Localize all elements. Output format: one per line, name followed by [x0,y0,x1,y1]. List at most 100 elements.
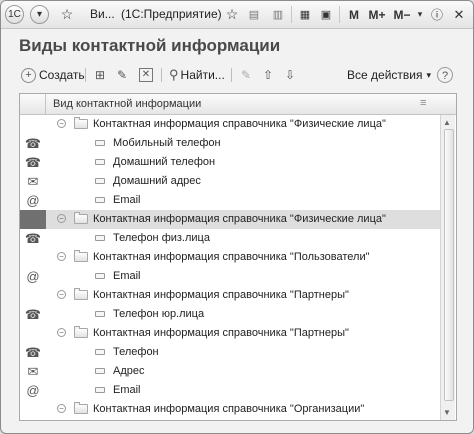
group-row[interactable]: − Контактная информация справочника "Парт… [20,324,440,343]
row-label: Контактная информация справочника "Физич… [93,118,386,130]
phone-icon: ☎ [24,230,42,246]
favorites-star-icon[interactable]: ☆ [58,5,76,24]
delete-mark-icon[interactable]: ✕ [137,65,155,85]
item-icon [95,197,105,203]
at-sign-icon: @ [26,269,40,284]
collapse-toggle-icon[interactable]: − [57,404,66,413]
collapse-toggle-icon[interactable]: − [57,328,66,337]
collapse-toggle-icon[interactable]: − [57,252,66,261]
main-menu-button[interactable]: ▾ [30,5,49,24]
folder-icon [74,212,88,224]
calendar-icon[interactable]: ▦ [297,5,313,24]
item-icon [95,368,105,374]
app-window: 1С ▾ ☆ Ви... (1С:Предприятие) ☆ ▤ ▥ ▦ ▣ … [0,0,474,434]
window-title: Ви... [90,7,115,21]
phone-icon: ☎ [24,154,42,170]
app-name: (1С:Предприятие) [121,7,222,21]
calculator-icon[interactable]: ▣ [318,5,334,24]
item-icon [95,387,105,393]
folder-icon [74,288,88,300]
group-row[interactable]: − Контактная информация справочника "Поль… [20,248,440,267]
m-plus-button[interactable]: M+ [366,5,388,24]
item-row[interactable]: ☎ Телефон юр.лица [20,305,440,324]
collapse-toggle-icon[interactable]: − [57,290,66,299]
cancel-search-icon[interactable]: ✎ [237,65,255,85]
title-bar: 1С ▾ ☆ Ви... (1С:Предприятие) ☆ ▤ ▥ ▦ ▣ … [1,1,473,29]
folder-icon [74,402,88,414]
page-title: Виды контактной информации [19,36,281,55]
magnifier-icon: ⚲ [169,67,179,82]
find-button[interactable]: ⚲ Найти... [169,65,225,85]
icon-column-header [20,94,46,114]
help-button[interactable]: ? [437,65,453,85]
bookmark-star-icon[interactable]: ☆ [224,5,240,24]
filter-icon[interactable]: ≡ [420,97,426,109]
row-label: Телефон физ.лица [113,232,210,244]
folder-icon [74,326,88,338]
folder-icon [74,250,88,262]
at-sign-icon: @ [26,193,40,208]
scroll-up-arrow-icon[interactable]: ▲ [443,118,451,127]
app-logo-icon[interactable]: 1С [5,5,24,24]
item-row[interactable]: ☎ Мобильный телефон [20,134,440,153]
item-icon [95,311,105,317]
item-row[interactable]: ☎ Телефон [20,343,440,362]
vertical-scrollbar[interactable]: ▲ ▼ [440,115,455,420]
group-row[interactable]: − Контактная информация справочника "Физи… [20,115,440,134]
row-marker [20,324,46,343]
info-icon[interactable]: ⓘ [429,5,445,24]
create-label: Создать [39,68,85,82]
row-label: Мобильный телефон [113,137,221,149]
item-row[interactable]: ☎ Телефон физ.лица [20,229,440,248]
help-icon: ? [437,67,453,83]
edit-pencil-icon[interactable]: ✎ [113,65,131,85]
column-header-kind[interactable]: Вид контактной информации [53,98,201,110]
row-label: Адрес [113,365,145,377]
item-row[interactable]: @ Email [20,267,440,286]
m-minus-button[interactable]: M− [391,5,413,24]
folder-icon [74,117,88,129]
all-actions-button[interactable]: Все действия ▾ [347,65,431,85]
m-button[interactable]: M [346,5,362,24]
collapse-toggle-icon[interactable]: − [57,214,66,223]
row-label: Email [113,384,141,396]
collapse-toggle-icon[interactable]: − [57,119,66,128]
phone-icon: ☎ [24,306,42,322]
create-button[interactable]: + Создать [21,65,85,85]
close-icon[interactable]: ✕ [451,5,467,24]
item-icon [95,235,105,241]
document-icon[interactable]: ▥ [271,5,285,24]
plus-circle-icon: + [21,67,36,83]
item-row[interactable]: ☎ Домашний телефон [20,153,440,172]
item-row[interactable]: ✉ Домашний адрес [20,172,440,191]
at-sign-icon: @ [26,383,40,398]
envelope-icon: ✉ [27,363,39,379]
print-icon[interactable]: ▤ [247,5,261,24]
dropdown-arrow-icon[interactable]: ▾ [414,5,426,24]
group-row[interactable]: − Контактная информация справочника "Физи… [20,210,440,229]
row-label: Домашний адрес [113,175,201,187]
scroll-down-arrow-icon[interactable]: ▼ [443,408,451,417]
group-row[interactable]: − Контактная информация справочника "Парт… [20,286,440,305]
row-label: Контактная информация справочника "Партн… [93,327,349,339]
row-label: Контактная информация справочника "Партн… [93,289,349,301]
row-label: Контактная информация справочника "Польз… [93,251,370,263]
row-label: Телефон [113,346,159,358]
grid-header: Вид контактной информации ≡ [20,94,456,115]
create-group-icon[interactable]: ⊞ [91,65,109,85]
item-row[interactable]: @ Email [20,381,440,400]
move-up-icon[interactable]: ⇧ [259,65,277,85]
item-row[interactable]: ✉ Адрес [20,362,440,381]
toolbar: + Создать ⊞ ✎ ✕ ⚲ Найти... ✎ ⇧ ⇩ Все дей… [19,63,457,87]
item-icon [95,349,105,355]
group-row[interactable]: − Контактная информация справочника "Орга… [20,400,440,419]
find-label: Найти... [180,68,225,82]
scroll-thumb[interactable] [444,129,454,401]
contact-kinds-grid[interactable]: Вид контактной информации ≡ − Контактная … [19,93,457,421]
phone-icon: ☎ [24,135,42,151]
row-label: Контактная информация справочника "Физич… [93,213,386,225]
row-marker [20,248,46,267]
row-marker [20,286,46,305]
item-row[interactable]: @ Email [20,191,440,210]
move-down-icon[interactable]: ⇩ [281,65,299,85]
